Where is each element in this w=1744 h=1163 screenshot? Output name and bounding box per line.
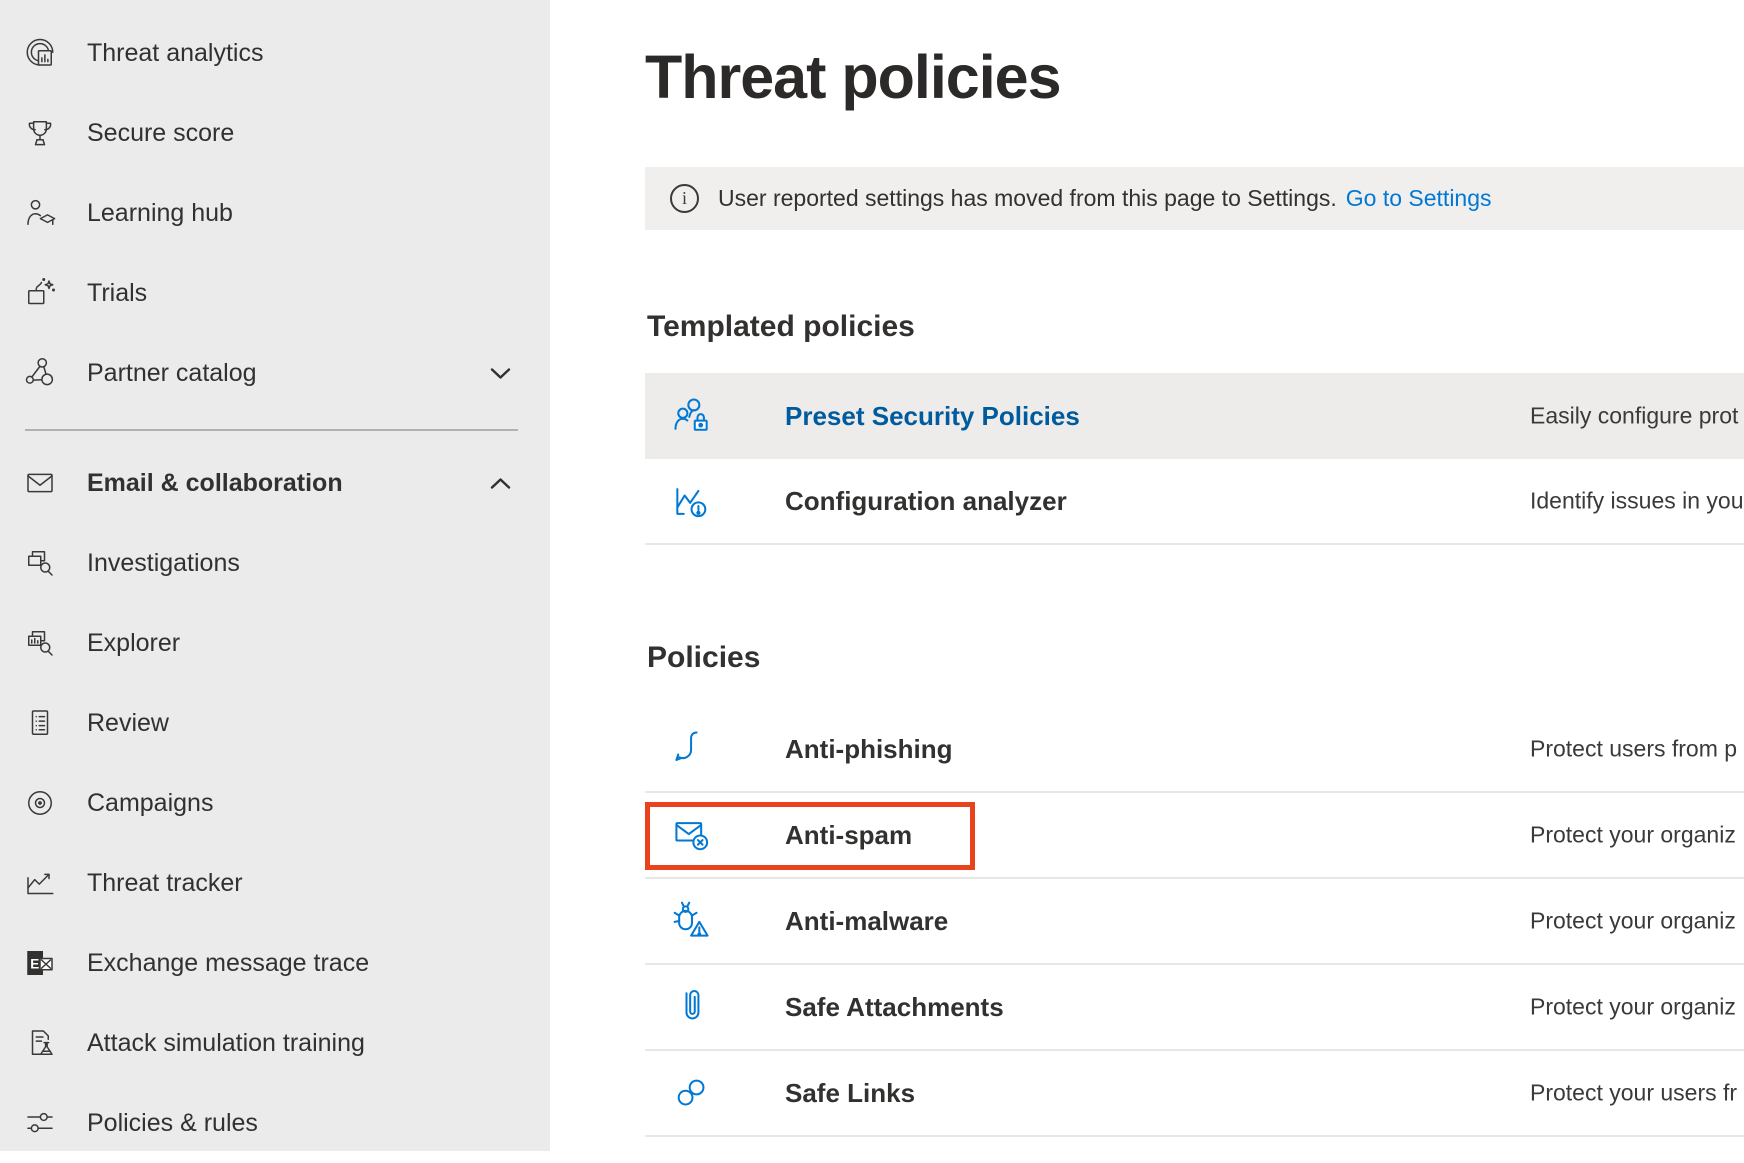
sidebar-item-label: Secure score [87,119,234,148]
sidebar-item-investigations[interactable]: Investigations [0,523,550,603]
campaigns-icon [22,785,58,821]
row-label: Anti-malware [785,906,948,937]
anti-spam-icon [670,813,714,857]
investigations-icon [22,545,58,581]
trials-gift-icon [22,275,58,311]
sidebar-item-trials[interactable]: Trials [0,253,550,333]
anti-malware-icon [670,899,714,943]
row-safe-links[interactable]: Safe Links Protect your users fr [645,1051,1744,1137]
info-banner: i User reported settings has moved from … [645,167,1744,230]
sidebar-item-threat-analytics[interactable]: Threat analytics [0,13,550,93]
preset-security-policies-icon [670,394,714,438]
sidebar-item-label: Learning hub [87,199,233,228]
chevron-down-icon[interactable] [487,360,514,387]
sidebar-item-label: Campaigns [87,789,213,818]
chevron-up-icon[interactable] [487,470,514,497]
row-description: Protect your organiz [1530,822,1736,849]
row-anti-phishing[interactable]: Anti-phishing Protect users from p [645,707,1744,793]
anti-phishing-icon [670,727,714,771]
attack-simulation-icon [22,1025,58,1061]
sidebar-item-label: Attack simulation training [87,1029,365,1058]
section-heading-templated-policies: Templated policies [647,312,915,342]
info-icon: i [670,184,699,213]
sidebar-divider [25,429,518,431]
exchange-icon: E [22,945,58,981]
review-icon [22,705,58,741]
sidebar-item-policies-rules[interactable]: Policies & rules [0,1083,550,1163]
row-label: Safe Links [785,1078,915,1109]
sidebar-nav: Threat analytics Secure score Learning h… [0,0,550,1151]
explorer-icon [22,625,58,661]
svg-text:E: E [30,956,39,971]
safe-attachments-paperclip-icon [670,985,714,1029]
row-anti-spam[interactable]: Anti-spam Protect your organiz [645,793,1744,879]
page-title: Threat policies [645,47,1061,108]
row-label: Anti-spam [785,820,912,851]
row-description: Protect your users fr [1530,1080,1737,1107]
configuration-analyzer-icon [670,479,714,523]
row-description: Protect your organiz [1530,994,1736,1021]
banner-text: User reported settings has moved from th… [718,185,1337,212]
safe-links-chain-icon [670,1071,714,1115]
sidebar-item-email-collaboration[interactable]: Email & collaboration [0,443,550,523]
go-to-settings-link[interactable]: Go to Settings [1346,185,1492,212]
row-description: Protect users from p [1530,736,1737,763]
secure-score-trophy-icon [22,115,58,151]
sidebar-item-secure-score[interactable]: Secure score [0,93,550,173]
row-description: Easily configure prot [1530,403,1738,430]
sidebar-item-label: Threat analytics [87,39,263,68]
email-collaboration-icon [22,465,58,501]
sidebar-item-explorer[interactable]: Explorer [0,603,550,683]
sidebar-item-label: Partner catalog [87,359,257,388]
threat-tracker-icon [22,865,58,901]
row-label: Preset Security Policies [785,401,1080,432]
row-configuration-analyzer[interactable]: Configuration analyzer Identify issues i… [645,459,1744,545]
sidebar-item-label: Trials [87,279,147,308]
row-safe-attachments[interactable]: Safe Attachments Protect your organiz [645,965,1744,1051]
section-heading-policies: Policies [647,643,760,673]
row-label: Configuration analyzer [785,486,1067,517]
sidebar-item-review[interactable]: Review [0,683,550,763]
sidebar-item-partner-catalog[interactable]: Partner catalog [0,333,550,413]
partner-catalog-icon [22,355,58,391]
sidebar-item-label: Email & collaboration [87,469,343,498]
sidebar-item-label: Explorer [87,629,180,658]
row-anti-malware[interactable]: Anti-malware Protect your organiz [645,879,1744,965]
sidebar-item-label: Policies & rules [87,1109,258,1138]
sidebar-item-learning-hub[interactable]: Learning hub [0,173,550,253]
sidebar-item-threat-tracker[interactable]: Threat tracker [0,843,550,923]
row-description: Identify issues in you [1530,488,1744,515]
sidebar-item-label: Threat tracker [87,869,243,898]
row-label: Anti-phishing [785,734,953,765]
sidebar-item-exchange-message-trace[interactable]: E Exchange message trace [0,923,550,1003]
row-preset-security-policies[interactable]: Preset Security Policies Easily configur… [645,373,1744,459]
sidebar-item-label: Investigations [87,549,240,578]
threat-analytics-icon [22,35,58,71]
sidebar-item-label: Review [87,709,169,738]
policies-rules-icon [22,1105,58,1141]
sidebar-item-label: Exchange message trace [87,949,369,978]
row-description: Protect your organiz [1530,908,1736,935]
sidebar-item-attack-simulation-training[interactable]: Attack simulation training [0,1003,550,1083]
sidebar-item-campaigns[interactable]: Campaigns [0,763,550,843]
row-label: Safe Attachments [785,992,1004,1023]
learning-hub-icon [22,195,58,231]
